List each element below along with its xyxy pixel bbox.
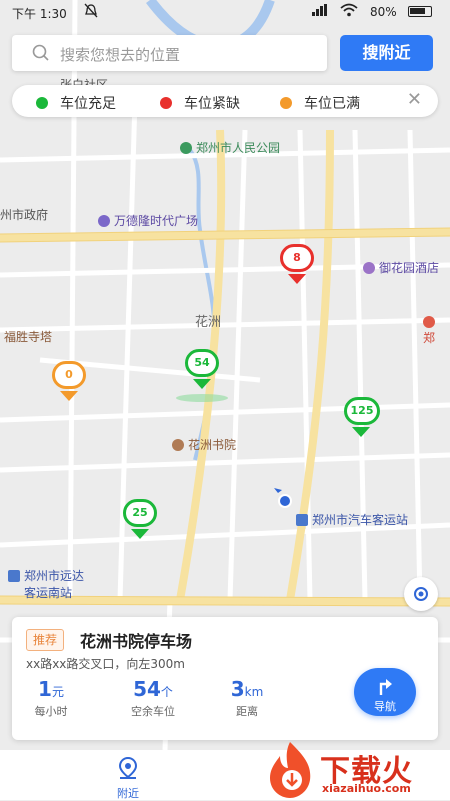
bus-icon xyxy=(8,570,20,582)
legend-item-full: 车位已满 xyxy=(280,93,360,113)
map-label-yuanda[interactable]: 郑州市远达 客运南站 xyxy=(8,567,84,601)
map-label-huazhou: 花洲 xyxy=(195,315,222,330)
legend-item-scarce: 车位紧缺 xyxy=(160,93,240,113)
navigate-button[interactable]: 导航 xyxy=(354,668,416,716)
hospital-icon xyxy=(423,316,435,328)
bus-icon xyxy=(296,514,308,526)
map-label-huazhou-academy[interactable]: 花洲书院 xyxy=(172,436,236,453)
legend-item-ample: 车位充足 xyxy=(36,93,116,113)
watermark-logo: 下载火 xiazaihuo.com xyxy=(262,740,450,800)
location-pin-icon xyxy=(118,756,138,779)
battery-icon xyxy=(408,6,432,17)
parking-legend: 车位充足 车位紧缺 车位已满 ✕ xyxy=(12,85,438,117)
map-label-partial-right[interactable]: 郑 xyxy=(423,315,450,346)
parking-detail-card[interactable]: 推荐 花洲书院停车场 xx路xx路交叉口，向左300m 1元 每小时 54个 空… xyxy=(12,617,438,740)
map-label-city-gov: 州市政府 xyxy=(0,208,49,222)
map-label-fusheng[interactable]: 福胜寺塔 xyxy=(4,328,52,345)
parking-address: xx路xx路交叉口，向左300m xyxy=(26,657,186,671)
green-dot-icon xyxy=(36,97,48,109)
map-label-yuhua-hotel[interactable]: 御花园酒店 xyxy=(363,259,439,276)
map-label-bus-station[interactable]: 郑州市汽车客运站 xyxy=(296,511,408,528)
tab-nearby[interactable]: 附近 xyxy=(108,756,148,801)
search-nearby-button[interactable]: 搜附近 xyxy=(340,35,433,71)
marker-count: 125 xyxy=(344,397,380,425)
red-dot-icon xyxy=(160,97,172,109)
stat-spaces: 54个 空余车位 xyxy=(131,677,175,718)
parking-title: 花洲书院停车场 xyxy=(80,632,193,651)
signal-icon xyxy=(312,4,328,19)
search-input[interactable]: 搜索您想去的位置 xyxy=(12,35,327,71)
battery-percent: 80% xyxy=(370,5,397,19)
stat-distance: 3km 距离 xyxy=(230,677,264,718)
wifi-icon xyxy=(340,3,358,20)
locate-me-button[interactable] xyxy=(404,577,438,611)
turn-right-icon xyxy=(379,679,392,695)
park-icon xyxy=(180,142,192,154)
stat-price: 1元 每小时 xyxy=(34,677,68,718)
locate-icon xyxy=(414,587,428,601)
close-icon[interactable]: ✕ xyxy=(407,89,422,110)
map-label-wanda[interactable]: 万德隆时代广场 xyxy=(98,212,198,229)
landmark-icon xyxy=(172,439,184,451)
map-label-people-park[interactable]: 郑州市人民公园 xyxy=(180,139,280,156)
status-time: 下午 1:30 xyxy=(12,7,67,21)
recommend-badge: 推荐 xyxy=(26,629,65,651)
marker-count: 25 xyxy=(123,499,157,527)
marker-count: 54 xyxy=(185,349,219,377)
shopping-icon xyxy=(98,215,110,227)
mute-bell-icon xyxy=(84,3,98,22)
orange-dot-icon xyxy=(280,97,292,109)
marker-count: 0 xyxy=(52,361,86,389)
search-placeholder: 搜索您想去的位置 xyxy=(60,46,181,64)
search-icon xyxy=(32,44,50,66)
flame-logo-icon xyxy=(270,742,311,798)
hotel-icon xyxy=(363,262,375,274)
watermark-url: xiazaihuo.com xyxy=(322,782,411,795)
status-bar: 下午 1:30 80% xyxy=(0,0,450,24)
marker-count: 8 xyxy=(280,244,314,272)
